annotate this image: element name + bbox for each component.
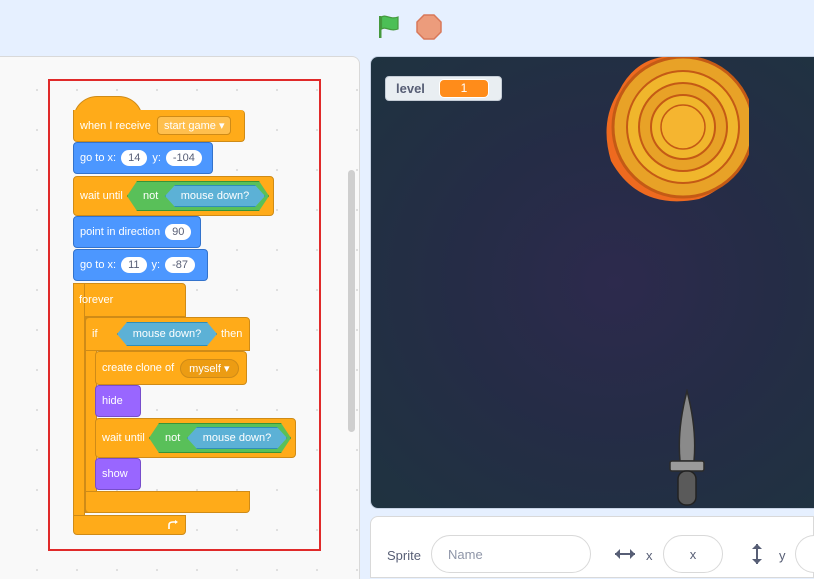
target-sprite[interactable] [599, 56, 749, 211]
green-flag-icon[interactable] [376, 14, 404, 40]
vertical-arrows-icon [752, 544, 762, 564]
x-position-label: x [646, 548, 653, 563]
y-position-label: y [779, 548, 786, 563]
level-variable-monitor[interactable]: level 1 [385, 76, 502, 101]
monitor-value: 1 [438, 79, 489, 98]
stop-icon[interactable] [416, 14, 442, 40]
monitor-name: level [396, 81, 425, 96]
code-area-scrollbar[interactable] [348, 170, 355, 432]
top-toolbar [0, 0, 814, 56]
sprite-name-placeholder: Name [448, 546, 483, 562]
highlight-box [48, 79, 321, 551]
x-position-input[interactable]: x [663, 535, 723, 573]
stage[interactable] [370, 56, 814, 509]
sprite-label: Sprite [387, 548, 421, 563]
horizontal-arrows-icon [615, 549, 635, 559]
x-position-placeholder: x [689, 546, 697, 562]
sprite-name-input[interactable]: Name [431, 535, 591, 573]
knife-sprite[interactable] [667, 389, 707, 507]
